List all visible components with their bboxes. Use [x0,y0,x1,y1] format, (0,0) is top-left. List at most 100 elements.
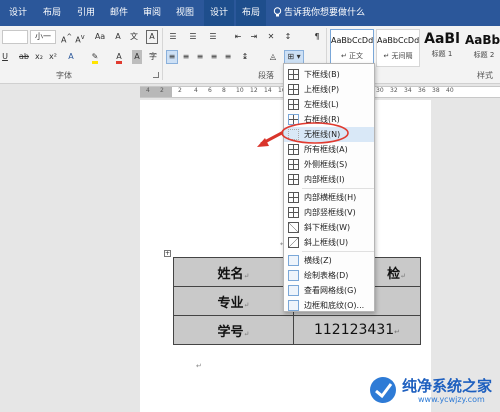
style-no-spacing[interactable]: AaBbCcDd ↵ 无间隔 [376,29,420,67]
outside-borders-icon [288,159,299,170]
borders-dropdown-menu: 下框线(B) 上框线(P) 左框线(L) 右框线(R) 无框线(N) 所有框线(A) 外侧框… [283,63,375,312]
align-center-icon[interactable]: ≡ [180,50,192,64]
tab-table-layout[interactable]: 布局 [236,0,266,26]
distributed-icon[interactable]: ≡ [222,50,234,64]
ruler-number: 32 [390,87,398,94]
strikethrough-icon[interactable]: ab [18,50,30,64]
menu-item-label: 横线(Z) [304,256,332,265]
justify-icon[interactable]: ≡ [208,50,220,64]
watermark-title: 纯净系统之家 [402,377,493,395]
bullets-icon[interactable]: ☰ [166,30,180,44]
menu-item-label: 左框线(L) [304,100,339,109]
font-dialog-launcher-icon[interactable] [153,72,159,78]
sort-icon[interactable]: ↕ [282,30,294,44]
subscript-icon[interactable]: x₂ [34,50,44,64]
menu-item-view-gridlines[interactable]: 查看网格线(G) [284,283,374,298]
ruler-number: 34 [404,87,412,94]
font-name-box[interactable] [2,30,28,44]
ruler-number: 14 [264,87,272,94]
ruler-number: 4 [194,87,198,94]
multilevel-list-icon[interactable]: ☰ [206,30,220,44]
paragraph-mark: ↵ [196,362,202,370]
tab-layout[interactable]: 布局 [38,0,66,26]
menu-item-inside-borders[interactable]: 内部框线(I) [284,172,374,187]
menu-item-label: 查看网格线(G) [304,286,357,295]
numbering-icon[interactable]: ☰ [186,30,200,44]
left-border-icon [288,99,299,110]
superscript-icon[interactable]: x² [48,50,58,64]
increase-indent-icon[interactable]: ⇥ [248,30,260,44]
menu-item-horizontal-line[interactable]: 横线(Z) [284,253,374,268]
underline-icon[interactable]: U [0,50,10,64]
menu-separator [302,251,374,252]
tab-design[interactable]: 设计 [4,0,32,26]
style-normal[interactable]: AaBbCcDd ↵ 正文 [330,29,374,67]
table-cell[interactable]: 学号↵ [173,315,294,345]
draw-table-icon [288,270,299,281]
menu-item-label: 上框线(P) [304,85,340,94]
tab-references[interactable]: 引用 [72,0,100,26]
menu-item-label: 内部竖框线(V) [304,208,356,217]
menu-item-outside-borders[interactable]: 外侧框线(S) [284,157,374,172]
shrink-font-icon[interactable]: Av [74,30,86,45]
shading-icon[interactable]: ◬ [266,50,280,64]
menu-item-label: 下框线(B) [304,70,340,79]
inside-horizontal-border-icon [288,192,299,203]
diagonal-up-border-icon [288,237,299,248]
menu-item-top-border[interactable]: 上框线(P) [284,82,374,97]
group-divider [162,28,163,80]
menu-item-label: 斜上框线(U) [304,238,349,247]
table-cell[interactable]: 姓名↵ [173,257,294,287]
menu-separator [302,188,374,189]
table-cell[interactable]: 112123431↵ [293,315,421,345]
ruler-number: 6 [208,87,212,94]
bottom-border-icon [288,69,299,80]
menu-item-label: 绘制表格(D) [304,271,349,280]
borders-button[interactable]: ⊞ ▾ [284,50,304,64]
menu-item-label: 内部横框线(H) [304,193,357,202]
change-case-icon[interactable]: Aa [92,30,108,44]
grow-font-icon[interactable]: A^ [60,30,72,45]
tab-mailings[interactable]: 邮件 [105,0,133,26]
tell-me-search[interactable]: 告诉我你想要做什么 [284,0,365,26]
table-cell[interactable]: 专业↵ [173,286,294,316]
enclose-char-icon[interactable]: 字 [148,50,158,64]
char-shading-icon[interactable]: A [132,50,142,64]
tab-review[interactable]: 审阅 [138,0,166,26]
char-border-icon[interactable]: A [146,30,158,44]
paragraph-group-label: 段落 [258,71,274,80]
align-left-icon[interactable]: ≡ [166,50,178,64]
font-color-icon[interactable]: A [112,50,126,64]
style-heading-2[interactable]: AaBbl 标题 2 [464,29,500,67]
menu-item-draw-table[interactable]: 绘制表格(D) [284,268,374,283]
font-size-box[interactable]: 小一 [30,30,56,44]
style-heading-1[interactable]: AaBl 标题 1 [422,29,462,67]
decrease-indent-icon[interactable]: ⇤ [232,30,244,44]
clear-format-icon[interactable]: A [112,30,124,44]
ribbon: 小一 A^ Av Aa A 文 A U ab x₂ x² A ✎ A A 字 字… [0,26,500,84]
ruler-number: 2 [178,87,182,94]
menu-item-diagonal-up-border[interactable]: 斜上框线(U) [284,235,374,250]
borders-and-shading-icon [288,300,299,311]
top-border-icon [288,84,299,95]
inside-vertical-border-icon [288,207,299,218]
table-move-handle-icon[interactable]: + [164,250,171,257]
pinyin-icon[interactable]: 文 [128,30,140,44]
tab-view[interactable]: 视图 [171,0,199,26]
highlight-color-icon[interactable]: ✎ [88,50,102,64]
show-marks-icon[interactable]: ¶ [312,30,322,44]
menu-item-borders-and-shading[interactable]: 边框和底纹(O)... [284,298,374,313]
chinese-layout-icon[interactable]: ✕ [264,30,278,44]
horizontal-line-icon [288,255,299,266]
line-spacing-icon[interactable]: ↨ [238,50,252,64]
text-effects-icon[interactable]: A [64,50,78,64]
menu-item-bottom-border[interactable]: 下框线(B) [284,67,374,82]
align-right-icon[interactable]: ≡ [194,50,206,64]
menu-item-inside-horizontal-border[interactable]: 内部横框线(H) [284,190,374,205]
font-group-label: 字体 [56,71,72,80]
menu-item-diagonal-down-border[interactable]: 斜下框线(W) [284,220,374,235]
tab-table-design[interactable]: 设计 [204,0,234,26]
ruler-number: 30 [376,87,384,94]
menu-item-left-border[interactable]: 左框线(L) [284,97,374,112]
menu-item-inside-vertical-border[interactable]: 内部竖框线(V) [284,205,374,220]
